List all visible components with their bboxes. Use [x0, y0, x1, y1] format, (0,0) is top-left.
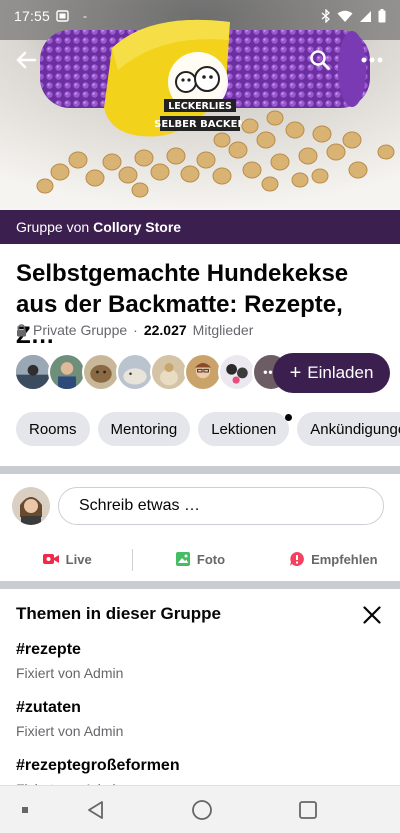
- members-label[interactable]: Mitglieder: [193, 322, 254, 338]
- topic-tag: #zutaten: [16, 699, 81, 716]
- signal-icon: [360, 10, 371, 22]
- avatar-image: [16, 355, 50, 389]
- wifi-icon: [337, 10, 353, 22]
- avatar[interactable]: [150, 353, 188, 391]
- search-icon: [310, 50, 330, 70]
- post-composer-input[interactable]: Schreib etwas …: [58, 487, 384, 525]
- tab-label: Ankündigungen: [310, 420, 400, 438]
- avatar[interactable]: [116, 353, 154, 391]
- avatar-image: [220, 355, 254, 389]
- avatar[interactable]: [184, 353, 222, 391]
- status-time: 17:55: [14, 8, 51, 24]
- my-avatar[interactable]: [12, 487, 50, 525]
- topic-item[interactable]: #rezepte Fixiert von Admin: [16, 640, 376, 683]
- section-divider: [0, 466, 400, 474]
- invite-button[interactable]: + Einladen: [273, 353, 390, 393]
- triangle-back-icon: [88, 801, 103, 819]
- search-button[interactable]: [300, 40, 340, 80]
- group-meta: Private Gruppe · 22.027 Mitglieder: [16, 322, 253, 338]
- nav-recents-button[interactable]: [288, 786, 328, 833]
- group-tabs: Rooms Mentoring Lektionen Ankündigungen: [16, 412, 400, 446]
- square-dot-icon: [22, 807, 28, 813]
- tab-mentoring[interactable]: Mentoring: [97, 412, 191, 446]
- arrow-left-icon: [16, 51, 37, 69]
- composer-placeholder: Schreib etwas …: [79, 497, 200, 514]
- recommend-label: Empfehlen: [311, 551, 378, 567]
- notification-dot: [285, 414, 293, 421]
- group-title-line-1: Selbstgemachte Hundekekse: [16, 260, 349, 287]
- logo-text-2: SELBER BACKEN: [154, 119, 246, 130]
- close-topics-button[interactable]: [358, 601, 386, 629]
- avatar-image: [12, 487, 50, 525]
- topic-pinned-by: Fixiert von Admin: [16, 723, 124, 739]
- more-options-button[interactable]: [352, 40, 392, 80]
- topic-pinned-by: Fixiert von Admin: [16, 665, 124, 681]
- invite-label: Einladen: [307, 363, 374, 382]
- action-divider: [132, 549, 133, 571]
- back-button[interactable]: [6, 40, 46, 80]
- nav-home-button[interactable]: [182, 786, 222, 833]
- live-video-icon: [42, 554, 59, 564]
- tab-rooms[interactable]: Rooms: [16, 412, 90, 446]
- more-dots-icon: [361, 57, 383, 63]
- tab-ankuendigungen[interactable]: Ankündigungen: [297, 412, 400, 446]
- member-count: 22.027: [143, 322, 187, 338]
- recommend-button[interactable]: Empfehlen: [267, 542, 400, 576]
- composer-actions: Live Foto Empfehlen: [0, 542, 400, 576]
- tab-lektionen[interactable]: Lektionen: [198, 412, 293, 446]
- avatar[interactable]: [82, 353, 120, 391]
- group-page: LECKERLIES SELBER BACKEN 17:55 - Gruppe …: [0, 0, 400, 833]
- logo-text-1: LECKERLIES: [168, 101, 232, 112]
- topics-heading: Themen in dieser Gruppe: [16, 604, 221, 623]
- battery-icon: [378, 9, 386, 23]
- privacy-label: Private Gruppe: [33, 322, 128, 338]
- avatar[interactable]: [14, 353, 52, 391]
- avatar-image: [186, 355, 220, 389]
- tab-label: Rooms: [29, 420, 77, 438]
- meta-separator: ·: [133, 322, 138, 338]
- avatar-image: [118, 355, 152, 389]
- group-owner-prefix: Gruppe von: [16, 219, 90, 235]
- cover-photo: LECKERLIES SELBER BACKEN 17:55 -: [0, 0, 400, 210]
- system-navigation-bar: [0, 785, 400, 833]
- top-navigation: [0, 40, 400, 80]
- topic-item[interactable]: #zutaten Fixiert von Admin: [16, 698, 376, 741]
- avatar-image: [152, 355, 186, 389]
- tab-label: Mentoring: [110, 420, 178, 438]
- circle-home-icon: [192, 800, 212, 820]
- avatar[interactable]: [48, 353, 86, 391]
- group-owner-name[interactable]: Collory Store: [93, 219, 181, 235]
- section-divider: [0, 581, 400, 589]
- live-button[interactable]: Live: [0, 542, 133, 576]
- avatar[interactable]: [218, 353, 256, 391]
- photo-label: Foto: [196, 551, 226, 567]
- status-dash: -: [83, 9, 88, 23]
- screenshot-icon: [56, 10, 69, 22]
- avatar-image: [84, 355, 118, 389]
- group-owner-bar[interactable]: Gruppe von Collory Store: [0, 210, 400, 244]
- topic-tag: #rezeptegroßeformen: [16, 757, 180, 774]
- close-icon: [363, 606, 381, 624]
- bluetooth-icon: [321, 9, 330, 23]
- nav-menu-button[interactable]: [10, 786, 40, 833]
- tab-label: Lektionen: [211, 420, 277, 438]
- group-title-line-2: aus der Backmatte: Rezepte, Z…: [16, 291, 343, 349]
- avatar-image: [50, 355, 84, 389]
- photo-button[interactable]: Foto: [133, 542, 266, 576]
- status-bar: 17:55 -: [0, 0, 400, 32]
- member-avatars[interactable]: •••: [14, 353, 290, 393]
- live-label: Live: [65, 551, 92, 567]
- nav-back-button[interactable]: [76, 786, 116, 833]
- photo-icon: [175, 552, 190, 566]
- square-recents-icon: [299, 801, 317, 819]
- recommend-icon: [290, 552, 304, 566]
- lock-icon: [17, 323, 26, 336]
- plus-icon: +: [289, 362, 302, 384]
- topic-tag: #rezepte: [16, 641, 81, 658]
